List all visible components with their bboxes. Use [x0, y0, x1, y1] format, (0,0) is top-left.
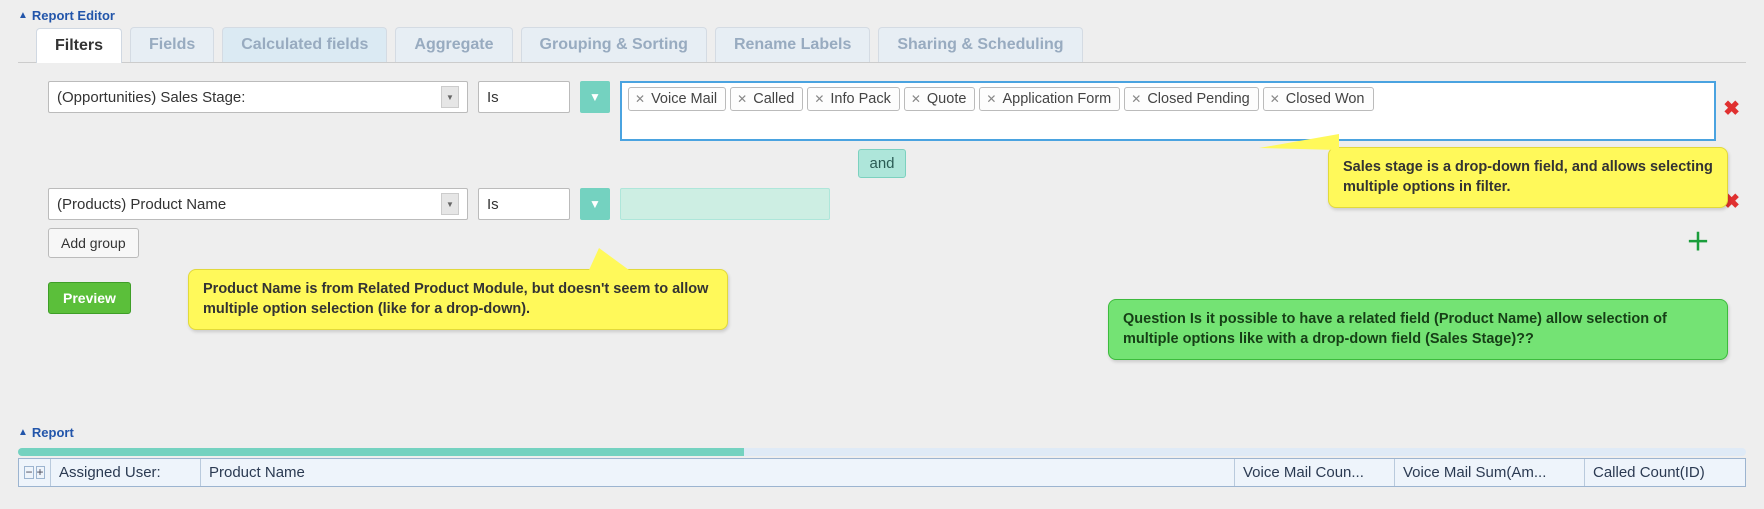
add-group-button[interactable]: Add group — [48, 228, 139, 258]
callout-sales-stage: Sales stage is a drop-down field, and al… — [1328, 147, 1728, 208]
report-editor-title: Report Editor — [32, 8, 115, 23]
caret-up-icon: ▲ — [18, 11, 28, 21]
tab-sharing-scheduling[interactable]: Sharing & Scheduling — [878, 27, 1082, 62]
report-collapser[interactable]: ▲ Report — [18, 423, 1746, 444]
filter2-value-input[interactable] — [620, 188, 830, 220]
callout-product-name-text: Product Name is from Related Product Mod… — [203, 281, 708, 317]
and-connector[interactable]: and — [858, 149, 905, 178]
filter1-tag-input[interactable] — [1378, 87, 1498, 109]
filter2-field-value: (Products) Product Name — [57, 196, 226, 213]
report-progress-bar — [18, 448, 1746, 456]
tag-label: Called — [753, 91, 794, 107]
tag-remove-icon[interactable]: ✕ — [986, 93, 996, 105]
tag-label: Info Pack — [830, 91, 890, 107]
callout-question: Question Is it possible to have a relate… — [1108, 299, 1728, 360]
filter1-operator-dropdown-button[interactable]: ▼ — [580, 81, 610, 113]
collapse-all-icon[interactable]: − — [24, 466, 33, 479]
tab-aggregate[interactable]: Aggregate — [395, 27, 512, 62]
filter1-value-tagbox[interactable]: ✕ Voice Mail ✕ Called ✕ Info Pack ✕ Quote ✕ Appli… — [620, 81, 1716, 141]
tag-label: Closed Pending — [1147, 91, 1249, 107]
add-condition-button[interactable]: ＋ — [1686, 231, 1710, 255]
filter1-tag: ✕ Closed Pending — [1124, 87, 1258, 111]
report-progress-fill — [18, 448, 744, 456]
tag-label: Voice Mail — [651, 91, 717, 107]
chevron-down-icon: ▼ — [441, 193, 459, 215]
editor-tabbar: Filters Fields Calculated fields Aggrega… — [18, 27, 1746, 63]
tab-grouping-sorting[interactable]: Grouping & Sorting — [521, 27, 707, 62]
grid-tree-controls: − + — [19, 459, 51, 486]
filter1-tag: ✕ Called — [730, 87, 803, 111]
col-called-count[interactable]: Called Count(ID) — [1585, 459, 1745, 486]
caret-up-icon: ▲ — [18, 428, 28, 438]
filter2-operator-select[interactable]: Is — [478, 188, 570, 220]
tab-filters[interactable]: Filters — [36, 28, 122, 63]
col-voicemail-sum[interactable]: Voice Mail Sum(Am... — [1395, 459, 1585, 486]
col-product-name[interactable]: Product Name — [201, 459, 1235, 486]
preview-button[interactable]: Preview — [48, 282, 131, 314]
expand-all-icon[interactable]: + — [36, 466, 45, 479]
tag-remove-icon[interactable]: ✕ — [737, 93, 747, 105]
filter1-field-select[interactable]: (Opportunities) Sales Stage: ▼ — [48, 81, 468, 113]
filter1-operator-select[interactable]: Is — [478, 81, 570, 113]
tag-remove-icon[interactable]: ✕ — [911, 93, 921, 105]
col-voicemail-count[interactable]: Voice Mail Coun... — [1235, 459, 1395, 486]
tag-remove-icon[interactable]: ✕ — [814, 93, 824, 105]
callout-product-name: Product Name is from Related Product Mod… — [188, 269, 728, 330]
col-assigned-user[interactable]: Assigned User: — [51, 459, 201, 486]
tab-calculated-fields[interactable]: Calculated fields — [222, 27, 387, 62]
report-title: Report — [32, 425, 74, 440]
filter1-tag: ✕ Voice Mail — [628, 87, 726, 111]
filter1-tag: ✕ Application Form — [979, 87, 1120, 111]
tag-label: Closed Won — [1286, 91, 1365, 107]
callout-question-text: Question Is it possible to have a relate… — [1123, 311, 1667, 347]
tag-remove-icon[interactable]: ✕ — [635, 93, 645, 105]
add-group-row: Add group ＋ — [48, 228, 1716, 258]
tag-remove-icon[interactable]: ✕ — [1270, 93, 1280, 105]
filter1-tag: ✕ Info Pack — [807, 87, 900, 111]
chevron-down-icon: ▼ — [441, 86, 459, 108]
callout-sales-stage-text: Sales stage is a drop-down field, and al… — [1343, 159, 1713, 195]
filter1-remove-button[interactable]: ✖ — [1723, 99, 1740, 119]
tab-fields[interactable]: Fields — [130, 27, 214, 62]
tag-label: Application Form — [1002, 91, 1111, 107]
tab-rename-labels[interactable]: Rename Labels — [715, 27, 870, 62]
report-grid-header: − + Assigned User: Product Name Voice Ma… — [18, 458, 1746, 487]
filter1-field-value: (Opportunities) Sales Stage: — [57, 89, 245, 106]
filter-row-1: (Opportunities) Sales Stage: ▼ Is ▼ ✕ Voi… — [48, 81, 1716, 141]
filter2-operator-dropdown-button[interactable]: ▼ — [580, 188, 610, 220]
filter1-tag: ✕ Closed Won — [1263, 87, 1374, 111]
tag-label: Quote — [927, 91, 967, 107]
tag-remove-icon[interactable]: ✕ — [1131, 93, 1141, 105]
filter2-operator-value: Is — [487, 196, 499, 213]
filter1-tag: ✕ Quote — [904, 87, 976, 111]
filter1-operator-value: Is — [487, 89, 499, 106]
filter2-field-select[interactable]: (Products) Product Name ▼ — [48, 188, 468, 220]
report-editor-collapser[interactable]: ▲ Report Editor — [18, 6, 1746, 27]
